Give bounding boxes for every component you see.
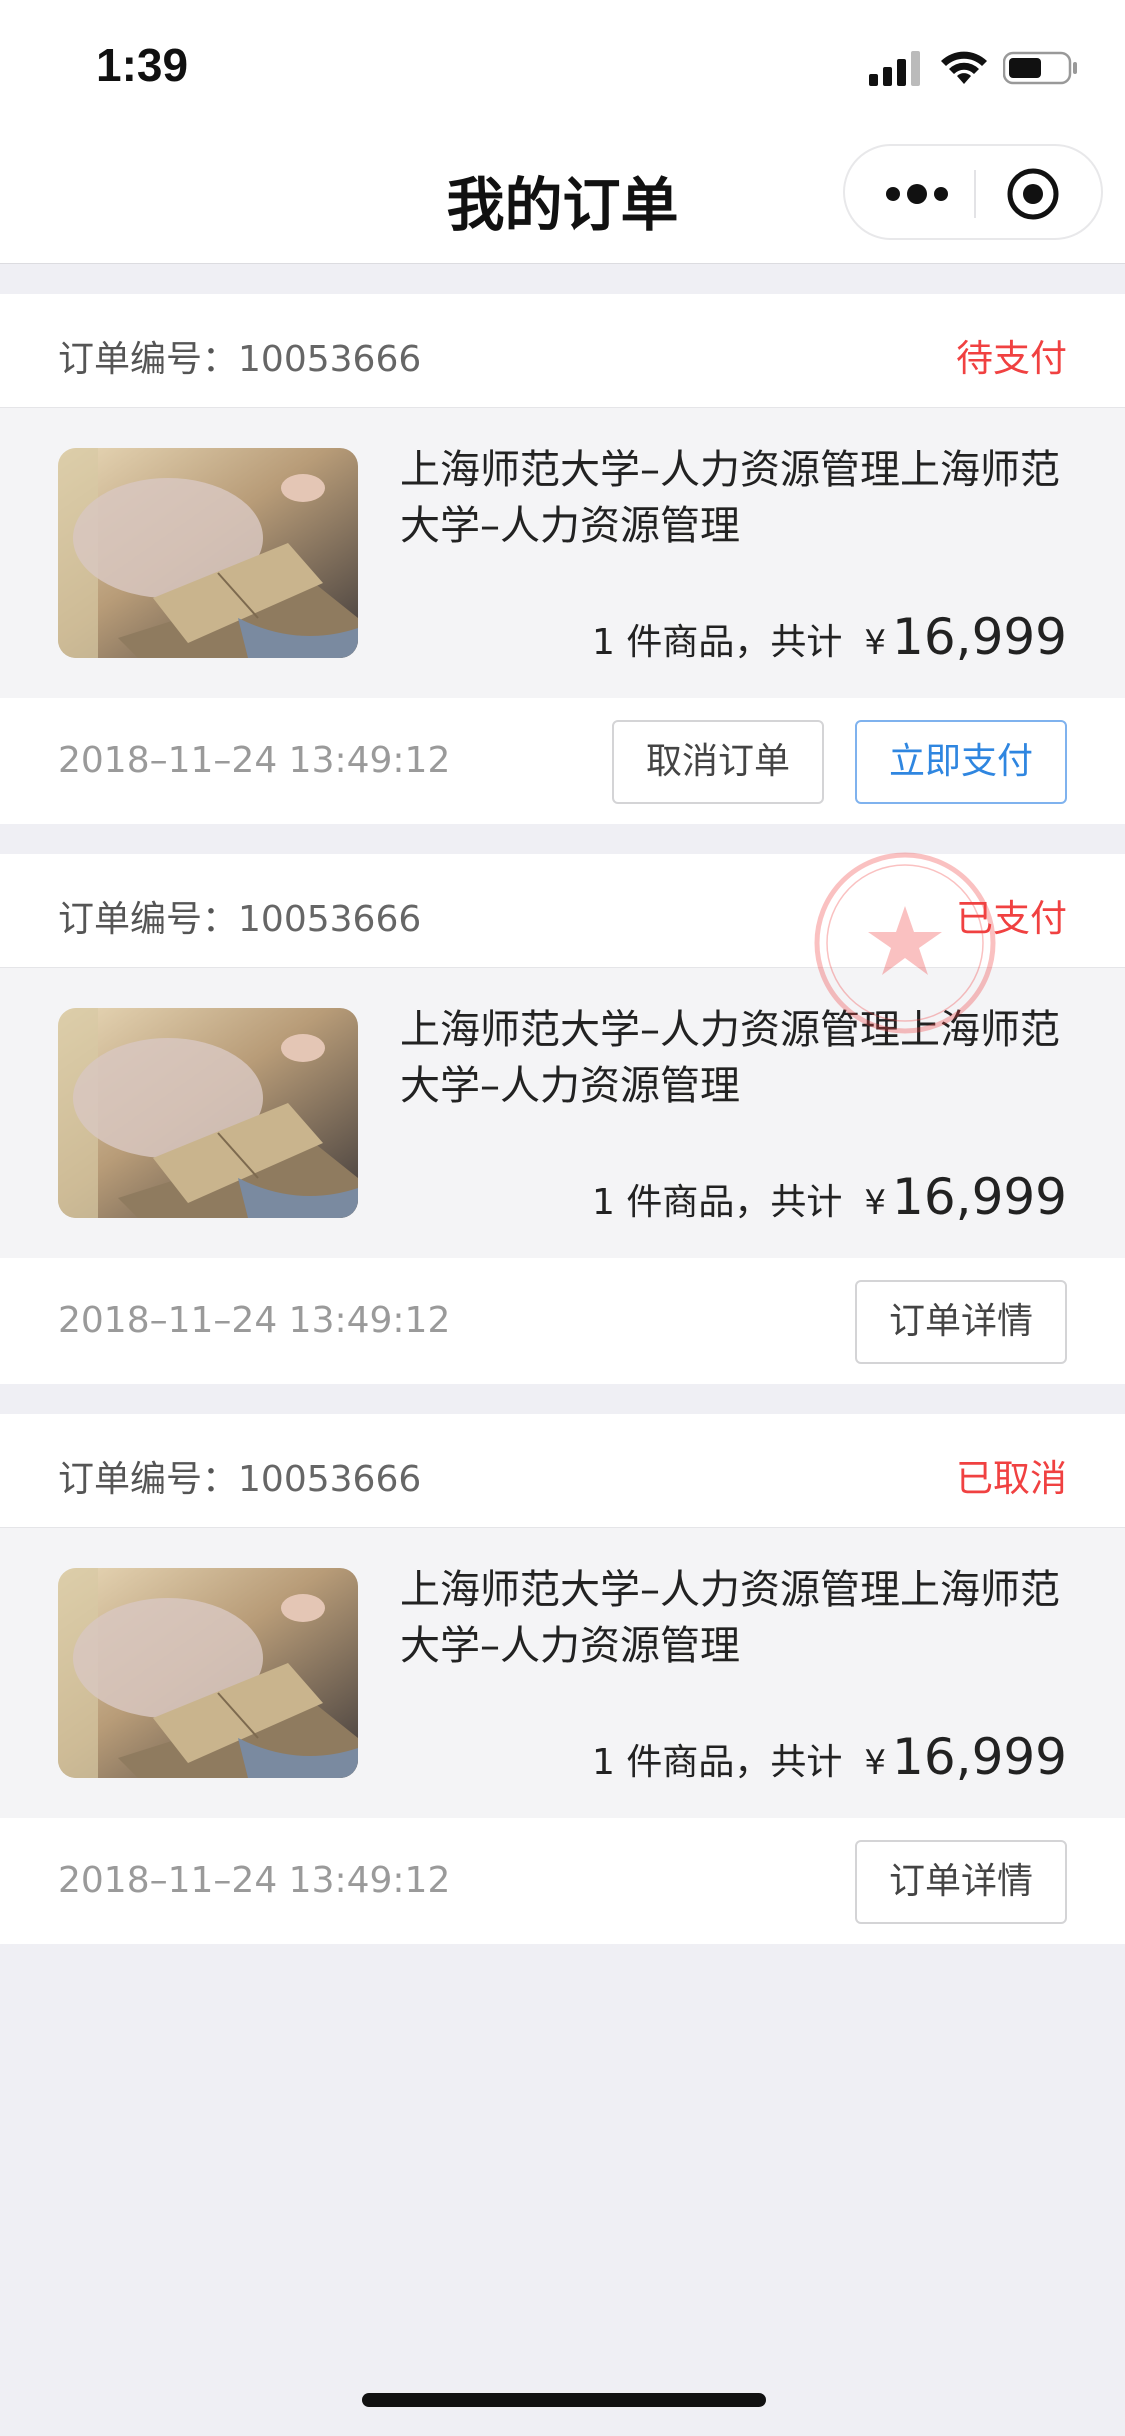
order-detail-button[interactable]: 订单详情 [855, 1280, 1067, 1364]
order-price: 16,999 [892, 1728, 1067, 1786]
wifi-icon [941, 51, 987, 84]
quantity-text: 1 件商品，共计 [592, 1182, 843, 1223]
order-product[interactable]: 上海师范大学–人力资源管理上海师范大学–人力资源管理 1 件商品，共计 ¥ 16… [0, 408, 1125, 698]
cancel-order-button[interactable]: 取消订单 [612, 720, 824, 804]
status-icons [869, 48, 1079, 88]
order-number-value: 10053666 [238, 339, 422, 380]
order-card: 订单编号：10053666 已取消 上海师范大学–人力资源管理上海师范大学–人力… [0, 1414, 1125, 1944]
order-time: 2018–11–24 13:49:12 [58, 1300, 451, 1341]
currency-symbol: ¥ [864, 1743, 887, 1783]
mini-program-capsule [843, 144, 1103, 240]
order-status: 已取消 [956, 1457, 1067, 1500]
home-indicator [362, 2393, 766, 2407]
order-number-value: 10053666 [238, 899, 422, 940]
order-footer: 2018–11–24 13:49:12 订单详情 [0, 1258, 1125, 1384]
order-product[interactable]: 上海师范大学–人力资源管理上海师范大学–人力资源管理 1 件商品，共计 ¥ 16… [0, 1528, 1125, 1818]
product-title: 上海师范大学–人力资源管理上海师范大学–人力资源管理 [400, 447, 1060, 549]
order-number-label: 订单编号： [58, 1459, 239, 1500]
order-product[interactable]: 上海师范大学–人力资源管理上海师范大学–人力资源管理 1 件商品，共计 ¥ 16… [0, 968, 1125, 1258]
pay-now-button[interactable]: 立即支付 [855, 720, 1067, 804]
order-summary: 1 件商品，共计 ¥ 16,999 [592, 1728, 1067, 1786]
capsule-divider [974, 170, 976, 218]
order-number: 订单编号：10053666 [58, 890, 421, 942]
nav-bar: 我的订单 [0, 132, 1125, 264]
status-bar: 1:39 [0, 0, 1125, 132]
order-summary: 1 件商品，共计 ¥ 16,999 [592, 608, 1067, 666]
battery-icon [1003, 51, 1077, 85]
order-number: 订单编号：10053666 [58, 1450, 421, 1502]
order-detail-button[interactable]: 订单详情 [855, 1840, 1067, 1924]
order-time: 2018–11–24 13:49:12 [58, 1860, 451, 1901]
order-header: 订单编号：10053666 已支付 [0, 854, 1125, 968]
order-status: 已支付 [956, 897, 1067, 940]
quantity-text: 1 件商品，共计 [592, 622, 843, 663]
order-card: 订单编号：10053666 待支付 上海师范大学–人力资源管理上海师范大学–人力… [0, 294, 1125, 824]
order-status: 待支付 [956, 337, 1067, 380]
currency-symbol: ¥ [864, 623, 887, 663]
quantity-text: 1 件商品，共计 [592, 1742, 843, 1783]
order-price: 16,999 [892, 608, 1067, 666]
product-thumbnail [58, 1568, 358, 1778]
order-price: 16,999 [892, 1168, 1067, 1226]
status-time: 1:39 [96, 39, 189, 91]
order-number-label: 订单编号： [58, 899, 239, 940]
order-number-value: 10053666 [238, 1459, 422, 1500]
more-icon[interactable] [881, 176, 953, 212]
order-footer: 2018–11–24 13:49:12 订单详情 [0, 1818, 1125, 1944]
order-header: 订单编号：10053666 已取消 [0, 1414, 1125, 1528]
order-header: 订单编号：10053666 待支付 [0, 294, 1125, 408]
product-title: 上海师范大学–人力资源管理上海师范大学–人力资源管理 [400, 1007, 1060, 1109]
order-time: 2018–11–24 13:49:12 [58, 740, 451, 781]
product-thumbnail [58, 1008, 358, 1218]
product-title: 上海师范大学–人力资源管理上海师范大学–人力资源管理 [400, 1567, 1060, 1669]
order-card: 订单编号：10053666 已支付 上海师范大学–人力资源管理上海师范大学–人力… [0, 854, 1125, 1384]
product-thumbnail [58, 448, 358, 658]
signal-icon [869, 51, 920, 86]
order-footer: 2018–11–24 13:49:12 取消订单 立即支付 [0, 698, 1125, 824]
order-number-label: 订单编号： [58, 339, 239, 380]
order-number: 订单编号：10053666 [58, 330, 421, 382]
order-summary: 1 件商品，共计 ¥ 16,999 [592, 1168, 1067, 1226]
currency-symbol: ¥ [864, 1183, 887, 1223]
close-target-icon[interactable] [1005, 166, 1061, 222]
